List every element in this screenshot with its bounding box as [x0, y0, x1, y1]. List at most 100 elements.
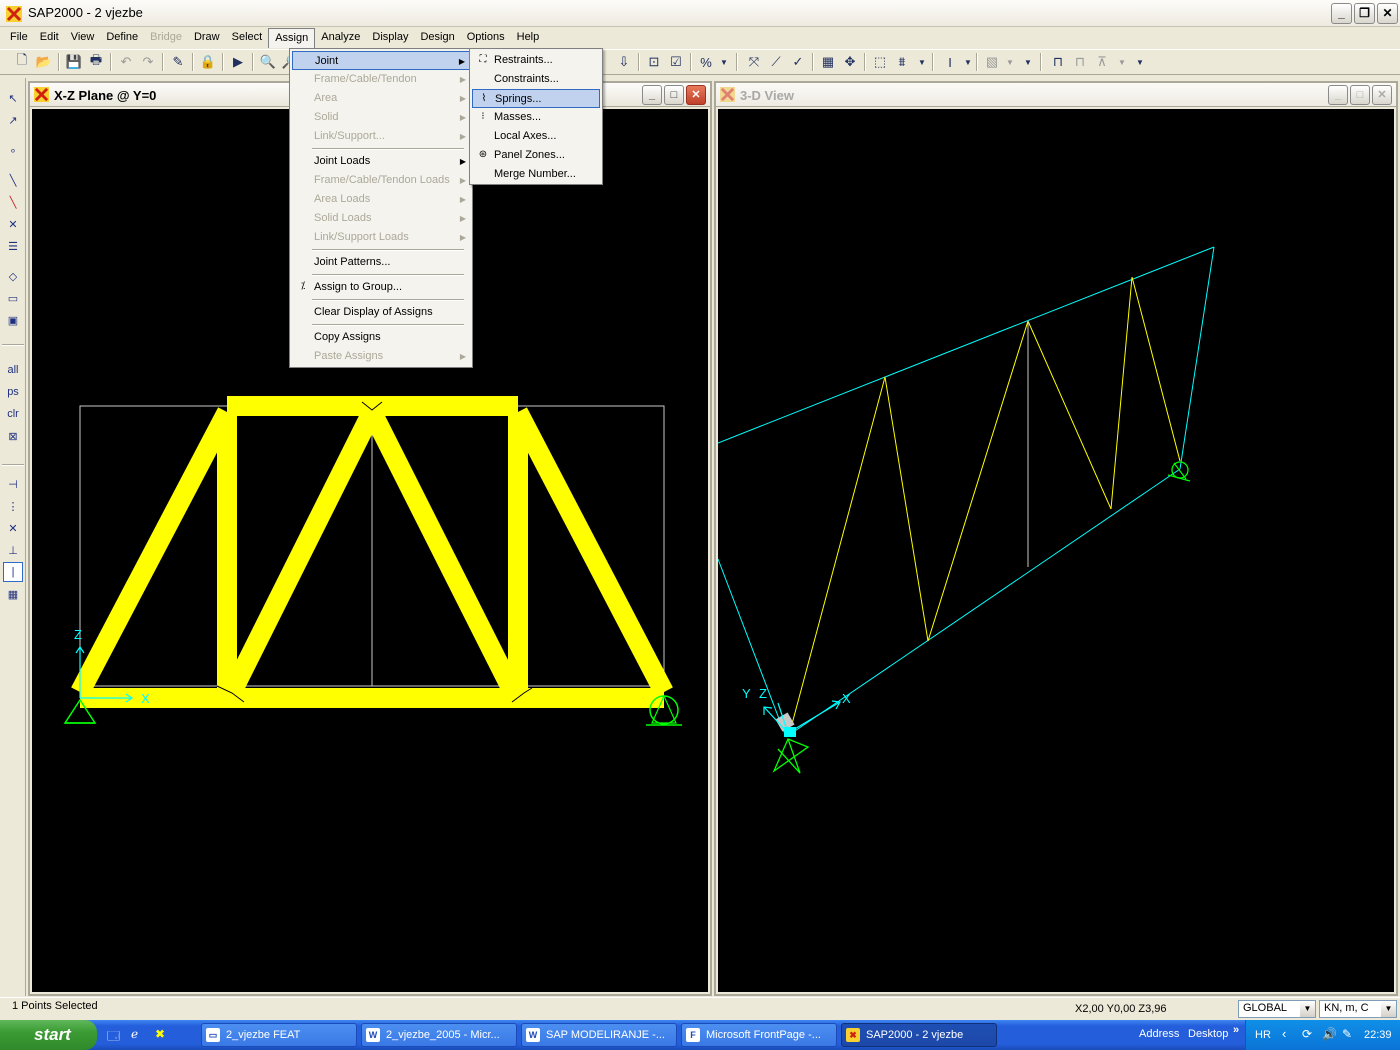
- menu-display[interactable]: Display: [366, 28, 414, 47]
- pencil-icon[interactable]: ✎: [168, 52, 188, 72]
- section-i-icon[interactable]: I: [940, 52, 960, 72]
- move-icon[interactable]: ✥: [840, 52, 860, 72]
- snap-lines-icon[interactable]: |: [3, 562, 23, 582]
- minimize-button[interactable]: _: [1331, 3, 1352, 24]
- menu-options[interactable]: Options: [461, 28, 511, 47]
- dropdown-arrow-icon[interactable]: ▼: [912, 52, 932, 72]
- check-icon[interactable]: ☑: [666, 52, 686, 72]
- select-icon[interactable]: ⊡: [644, 52, 664, 72]
- snap-line-icon[interactable]: ⟋: [766, 52, 786, 72]
- sap-quicklaunch-icon[interactable]: ✖: [155, 1027, 171, 1043]
- intersect-select-icon[interactable]: ⊠: [3, 426, 23, 446]
- minimize-button[interactable]: _: [1328, 85, 1348, 105]
- frame-draw-icon[interactable]: ⊓: [1048, 52, 1068, 72]
- taskbar-item-word-2[interactable]: W SAP MODELIRANJE -...: [521, 1023, 677, 1047]
- volume-icon[interactable]: 🔊: [1322, 1027, 1337, 1041]
- dropdown-arrow-icon[interactable]: ▼: [1130, 52, 1150, 72]
- snap-intersection-icon[interactable]: ✕: [3, 518, 23, 538]
- pointer-icon[interactable]: ↖: [3, 88, 23, 108]
- snap-joints-icon[interactable]: ⊣: [3, 474, 23, 494]
- menu-item-area[interactable]: Area ▶: [292, 89, 470, 108]
- menu-item-joint[interactable]: Joint ▶: [292, 51, 470, 70]
- save-icon[interactable]: 💾: [64, 52, 84, 72]
- menu-view[interactable]: View: [65, 28, 101, 47]
- menu-item-assign-to-group[interactable]: ⁒ Assign to Group...: [292, 278, 470, 297]
- cable-icon[interactable]: ⊓: [1070, 52, 1090, 72]
- menu-item-merge-number[interactable]: Merge Number...: [472, 165, 600, 184]
- taskbar-item-frontpage[interactable]: F Microsoft FrontPage -...: [681, 1023, 837, 1047]
- maximize-button[interactable]: □: [1350, 85, 1370, 105]
- secondary-beams-icon[interactable]: ☰: [3, 236, 23, 256]
- menu-item-copy-assigns[interactable]: Copy Assigns: [292, 328, 470, 347]
- close-button[interactable]: ✕: [1377, 3, 1398, 24]
- desktop-toolbar-label[interactable]: Desktop: [1188, 1028, 1228, 1040]
- taskbar-item-sap2000[interactable]: ✖ SAP2000 - 2 vjezbe: [841, 1023, 997, 1047]
- 3d-view-canvas[interactable]: X Y Z: [718, 109, 1394, 992]
- menu-item-paste-assigns[interactable]: Paste Assigns ▶: [292, 347, 470, 366]
- move-down-icon[interactable]: ⇩: [614, 52, 634, 72]
- percent-icon[interactable]: %: [696, 52, 716, 72]
- menu-item-local-axes[interactable]: Local Axes...: [472, 127, 600, 146]
- tray-expand-icon[interactable]: ‹: [1282, 1026, 1286, 1041]
- menu-draw[interactable]: Draw: [188, 28, 226, 47]
- snap-midpoint-icon[interactable]: ⋮: [3, 496, 23, 516]
- menu-item-frame-loads[interactable]: Frame/Cable/Tendon Loads ▶: [292, 171, 470, 190]
- menu-define[interactable]: Define: [100, 28, 144, 47]
- draw-poly-area-icon[interactable]: ◇: [3, 266, 23, 286]
- snap-intersect-icon[interactable]: ✓: [788, 52, 808, 72]
- dropdown-arrow-icon[interactable]: ▼: [714, 52, 734, 72]
- shell-icon[interactable]: ▧: [982, 52, 1002, 72]
- menu-item-clear-display[interactable]: Clear Display of Assigns: [292, 303, 470, 322]
- snap-point-icon[interactable]: ⤧: [744, 52, 764, 72]
- quick-area-icon[interactable]: ▣: [3, 310, 23, 330]
- print-icon[interactable]: 🖶: [86, 52, 106, 72]
- menu-help[interactable]: Help: [511, 28, 546, 47]
- close-button[interactable]: ✕: [1372, 85, 1392, 105]
- grid-icon[interactable]: ▦: [818, 52, 838, 72]
- menu-item-joint-patterns[interactable]: Joint Patterns...: [292, 253, 470, 272]
- menu-analyze[interactable]: Analyze: [315, 28, 366, 47]
- taskbar-item-folder[interactable]: ▭ 2_vjezbe FEAT: [201, 1023, 357, 1047]
- menu-item-springs[interactable]: ⌇ Springs...: [472, 89, 600, 108]
- new-file-icon[interactable]: 🗋: [12, 52, 32, 72]
- restore-button[interactable]: ❐: [1354, 3, 1375, 24]
- dropdown-arrow-icon[interactable]: ▼: [958, 52, 978, 72]
- menu-item-link-support[interactable]: Link/Support... ▶: [292, 127, 470, 146]
- minimize-button[interactable]: _: [642, 85, 662, 105]
- dropdown-arrow-icon[interactable]: ▼: [1000, 52, 1020, 72]
- menu-item-solid[interactable]: Solid ▶: [292, 108, 470, 127]
- select-all-label[interactable]: all: [3, 360, 23, 380]
- tray-app-icon[interactable]: ✎: [1342, 1027, 1352, 1041]
- menu-assign[interactable]: Assign: [268, 27, 316, 48]
- menu-select[interactable]: Select: [226, 28, 269, 47]
- menu-item-joint-loads[interactable]: Joint Loads ▶: [292, 152, 470, 171]
- start-button[interactable]: start: [0, 1020, 97, 1050]
- rect-select-icon[interactable]: ⬚: [870, 52, 890, 72]
- chevron-right-icon[interactable]: »: [1233, 1024, 1239, 1036]
- select-all-icon[interactable]: ⩩: [892, 52, 912, 72]
- menu-item-link-support-loads[interactable]: Link/Support Loads ▶: [292, 228, 470, 247]
- draw-joint-icon[interactable]: ∘: [3, 140, 23, 160]
- taskbar-item-word-1[interactable]: W 2_vjezbe_2005 - Micr...: [361, 1023, 517, 1047]
- lock-icon[interactable]: 🔒: [198, 52, 218, 72]
- menu-item-area-loads[interactable]: Area Loads ▶: [292, 190, 470, 209]
- units-select[interactable]: KN, m, C ▼: [1319, 1000, 1397, 1018]
- close-button[interactable]: ✕: [686, 85, 706, 105]
- draw-rect-area-icon[interactable]: ▭: [3, 288, 23, 308]
- maximize-button[interactable]: □: [664, 85, 684, 105]
- menu-item-solid-loads[interactable]: Solid Loads ▶: [292, 209, 470, 228]
- show-desktop-icon[interactable]: 🗔: [107, 1027, 123, 1043]
- coordinate-system-select[interactable]: GLOBAL ▼: [1238, 1000, 1316, 1018]
- open-file-icon[interactable]: 📂: [34, 52, 54, 72]
- previous-selection-label[interactable]: ps: [3, 382, 23, 402]
- zoom-window-icon[interactable]: 🔍: [258, 52, 278, 72]
- snap-grid-icon[interactable]: ▦: [3, 584, 23, 604]
- network-icon[interactable]: ⟳: [1302, 1027, 1312, 1041]
- menu-file[interactable]: File: [4, 28, 34, 47]
- undo-icon[interactable]: ↶: [116, 52, 136, 72]
- menu-bridge[interactable]: Bridge: [144, 28, 188, 47]
- menu-item-constraints[interactable]: Constraints...: [472, 70, 600, 89]
- dropdown-arrow-icon[interactable]: ▼: [1018, 52, 1038, 72]
- language-indicator[interactable]: HR: [1255, 1029, 1271, 1041]
- clear-selection-label[interactable]: clr: [3, 404, 23, 424]
